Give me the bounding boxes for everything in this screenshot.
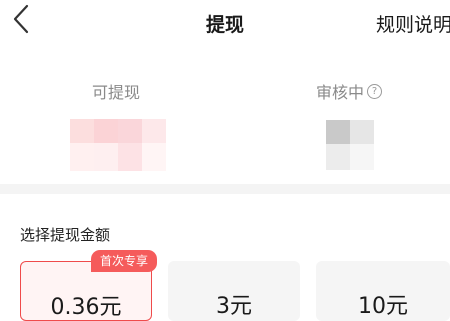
amount-option-3[interactable]: 3元 <box>168 261 300 321</box>
under-review-text: 审核中 <box>316 83 365 102</box>
section-divider <box>0 184 450 194</box>
select-amount-label: 选择提现金额 <box>20 226 111 244</box>
under-review-amount-masked <box>326 120 378 172</box>
amount-value: 0.36元 <box>50 295 122 320</box>
nav-bar: 提现 规则说明 <box>0 0 450 44</box>
available-amount-masked <box>70 119 166 171</box>
first-time-badge: 首次专享 <box>90 250 157 272</box>
under-review-label: 审核中 ? <box>316 79 383 103</box>
amount-option-10[interactable]: 10元 <box>316 261 450 321</box>
available-label: 可提现 <box>92 83 141 102</box>
amount-value: 3元 <box>216 294 252 319</box>
amount-value: 10元 <box>358 294 408 319</box>
rules-link[interactable]: 规则说明 <box>376 10 450 37</box>
amount-option-0-36[interactable]: 首次专享 0.36元 <box>20 250 157 321</box>
question-circle-icon[interactable]: ? <box>367 83 383 99</box>
